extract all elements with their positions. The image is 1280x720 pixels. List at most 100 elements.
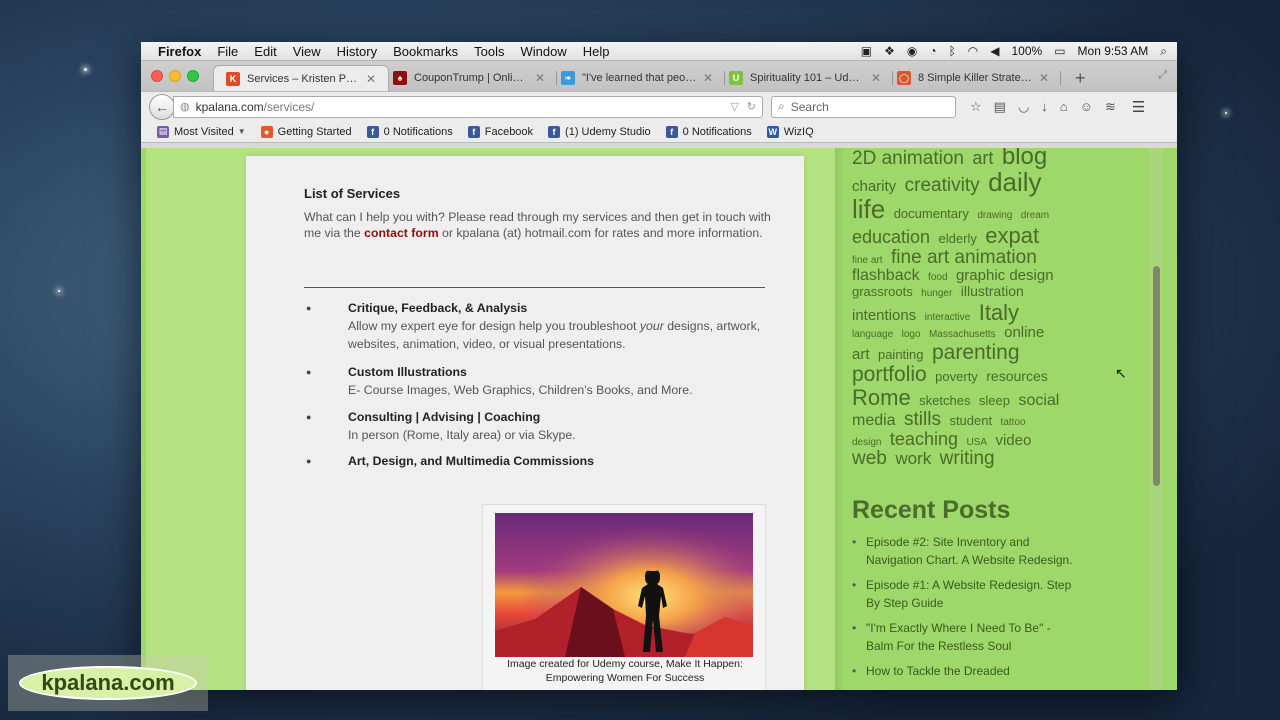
tag-link[interactable]: charity bbox=[852, 178, 896, 195]
tag-link[interactable]: language bbox=[852, 329, 893, 340]
browser-tab[interactable]: ♠ CouponTrump | Online L... ✕ bbox=[381, 65, 557, 91]
bluetooth-icon[interactable]: ᛒ bbox=[949, 44, 956, 58]
tag-link[interactable]: graphic design bbox=[956, 267, 1054, 284]
bookmark-item[interactable]: f 0 Notifications bbox=[366, 125, 453, 138]
reading-list-icon[interactable]: ▤ bbox=[994, 99, 1006, 115]
tag-link[interactable]: tattoo bbox=[1001, 417, 1026, 428]
menu-help[interactable]: Help bbox=[583, 44, 610, 59]
bookmark-item[interactable]: f (1) Udemy Studio bbox=[548, 125, 651, 138]
zoom-window-button[interactable] bbox=[187, 70, 199, 82]
bookmark-item[interactable]: ● Getting Started bbox=[260, 125, 352, 138]
browser-tab[interactable]: K Services – Kristen Palana'... ✕ bbox=[213, 65, 389, 91]
tag-link[interactable]: art bbox=[972, 148, 993, 168]
tag-link[interactable]: parenting bbox=[932, 341, 1020, 364]
recent-post-link[interactable]: Episode #2: Site Inventory and Navigatio… bbox=[852, 533, 1077, 569]
tag-link[interactable]: Massachusetts bbox=[929, 329, 996, 340]
close-tab-icon[interactable]: ✕ bbox=[366, 72, 376, 86]
bookmark-item[interactable]: ▤ Most Visited ▼ bbox=[157, 125, 246, 138]
bookmark-item[interactable]: f 0 Notifications bbox=[665, 125, 752, 138]
tag-link[interactable]: education bbox=[852, 227, 930, 247]
tag-link[interactable]: student bbox=[949, 413, 992, 428]
url-bar[interactable]: ◍ kpalana.com/services/ ▽ ↻ bbox=[173, 95, 763, 118]
tag-link[interactable]: poverty bbox=[935, 369, 978, 384]
tag-link[interactable]: resources bbox=[986, 368, 1047, 384]
dropdown-arrow-icon[interactable]: ▽ bbox=[730, 100, 738, 113]
tag-link[interactable]: food bbox=[928, 272, 947, 283]
home-icon[interactable]: ⌂ bbox=[1060, 99, 1068, 114]
tag-link[interactable]: flashback bbox=[852, 267, 920, 284]
tag-link[interactable]: Rome bbox=[852, 385, 911, 410]
recent-post-link[interactable]: Episode #1: A Website Redesign. Step By … bbox=[852, 576, 1077, 612]
tag-link[interactable]: USA bbox=[966, 437, 987, 448]
tag-link[interactable]: hunger bbox=[921, 288, 952, 300]
tag-link[interactable]: intentions bbox=[852, 307, 916, 324]
recent-post-link[interactable]: "I'm Exactly Where I Need To Be" -Balm F… bbox=[852, 619, 1077, 655]
pocket-icon[interactable]: ◡ bbox=[1018, 99, 1029, 115]
menu-history[interactable]: History bbox=[337, 44, 377, 59]
bookmark-item[interactable]: f Facebook bbox=[467, 125, 533, 138]
tag-link[interactable]: sleep bbox=[979, 393, 1010, 408]
tag-link[interactable]: writing bbox=[940, 448, 995, 469]
wifi-icon[interactable]: ◠ bbox=[968, 44, 978, 58]
tag-link[interactable]: 2D animation bbox=[852, 148, 964, 169]
tag-link[interactable]: logo bbox=[902, 329, 921, 340]
browser-tab[interactable]: U Spirituality 101 – Udemy ✕ bbox=[717, 65, 893, 91]
battery-percent[interactable]: 100% bbox=[1012, 44, 1043, 58]
menu-view[interactable]: View bbox=[293, 44, 321, 59]
tag-link[interactable]: portfolio bbox=[852, 363, 927, 386]
tag-link[interactable]: web bbox=[852, 448, 887, 469]
close-tab-icon[interactable]: ✕ bbox=[1039, 71, 1049, 85]
tag-link[interactable]: interactive bbox=[925, 312, 971, 323]
tag-link[interactable]: stills bbox=[904, 409, 941, 430]
tag-link[interactable]: video bbox=[995, 432, 1031, 449]
menu-firefox[interactable]: Firefox bbox=[158, 44, 201, 59]
fullscreen-icon[interactable]: ⤢ bbox=[1158, 69, 1167, 82]
new-tab-button[interactable]: + bbox=[1075, 65, 1086, 91]
tag-link[interactable]: grassroots bbox=[852, 284, 913, 299]
tag-link[interactable]: design bbox=[852, 437, 881, 448]
camera-icon[interactable]: ▣ bbox=[861, 44, 872, 58]
close-tab-icon[interactable]: ✕ bbox=[871, 71, 881, 85]
menu-bookmarks[interactable]: Bookmarks bbox=[393, 44, 458, 59]
clock[interactable]: Mon 9:53 AM bbox=[1078, 44, 1149, 58]
tag-link[interactable]: dream bbox=[1021, 210, 1049, 222]
menu-window[interactable]: Window bbox=[521, 44, 567, 59]
browser-tab[interactable]: ❧ "I've learned that people ... ✕ bbox=[549, 65, 725, 91]
menu-file[interactable]: File bbox=[217, 44, 238, 59]
menu-tools[interactable]: Tools bbox=[474, 44, 504, 59]
tag-link[interactable]: documentary bbox=[894, 206, 969, 221]
contact-form-link[interactable]: contact form bbox=[364, 226, 438, 240]
menu-hamburger-icon[interactable]: ☰ bbox=[1132, 98, 1145, 116]
browser-tab[interactable]: ◯ 8 Simple Killer Strategies ... ✕ bbox=[885, 65, 1061, 91]
back-button[interactable]: ← bbox=[149, 93, 175, 120]
bookmark-item[interactable]: W WizIQ bbox=[766, 125, 814, 138]
reload-icon[interactable]: ↻ bbox=[747, 100, 756, 113]
tag-link[interactable]: work bbox=[895, 449, 931, 468]
recent-post-link[interactable]: How to Tackle the Dreaded bbox=[852, 662, 1077, 680]
tag-link[interactable]: illustration bbox=[961, 283, 1024, 299]
close-tab-icon[interactable]: ✕ bbox=[703, 71, 713, 85]
tag-link[interactable]: drawing bbox=[977, 210, 1012, 222]
chat-icon[interactable]: ☺ bbox=[1080, 99, 1093, 114]
scrollbar-thumb[interactable] bbox=[1153, 266, 1160, 486]
tag-link[interactable]: elderly bbox=[939, 231, 977, 246]
tag-link[interactable]: Italy bbox=[979, 300, 1019, 325]
tag-link[interactable]: sketches bbox=[919, 393, 970, 408]
battery-icon[interactable]: ▭ bbox=[1054, 44, 1065, 58]
search-box[interactable]: ⌕ Search bbox=[771, 95, 956, 118]
page-scrollbar[interactable] bbox=[1149, 148, 1163, 690]
volume-icon[interactable]: ◀ bbox=[990, 44, 999, 58]
tag-link[interactable]: painting bbox=[878, 347, 924, 362]
spotlight-search-icon[interactable]: ⌕ bbox=[1160, 44, 1167, 59]
tag-link[interactable]: creativity bbox=[905, 175, 980, 196]
tag-link[interactable]: teaching bbox=[890, 429, 958, 449]
tag-link[interactable]: expat bbox=[985, 223, 1039, 248]
tag-link[interactable]: fine art animation bbox=[891, 247, 1037, 268]
minimize-window-button[interactable] bbox=[169, 70, 181, 82]
close-tab-icon[interactable]: ✕ bbox=[535, 71, 545, 85]
bookmark-star-icon[interactable]: ☆ bbox=[970, 99, 982, 115]
time-machine-icon[interactable]: ◔ bbox=[929, 44, 936, 58]
dropbox-icon[interactable]: ❖ bbox=[884, 44, 895, 58]
sync-icon[interactable]: ◉ bbox=[907, 44, 917, 58]
layers-icon[interactable]: ≋ bbox=[1105, 99, 1116, 115]
